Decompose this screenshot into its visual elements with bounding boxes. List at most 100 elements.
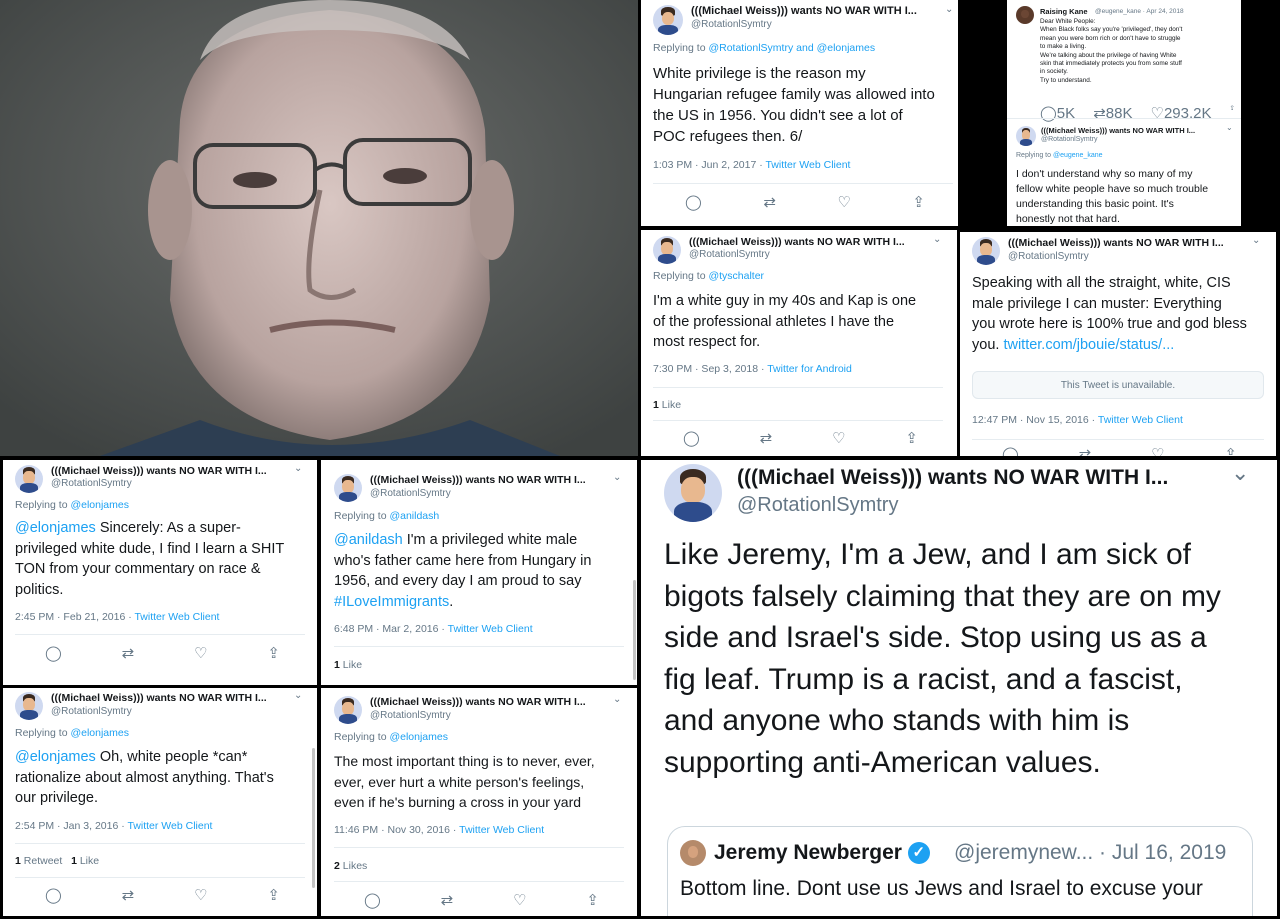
tweet-card-kap[interactable]: (((Michael Weiss))) wants NO WAR WITH I.… [641, 230, 957, 456]
author-name[interactable]: (((Michael Weiss))) wants NO WAR WITH I.… [370, 474, 602, 486]
author-handle[interactable]: @RotationlSymtry [370, 710, 451, 721]
tweet-card-cis[interactable]: (((Michael Weiss))) wants NO WAR WITH I.… [960, 232, 1276, 456]
timestamp[interactable]: 1:03 PM · Jun 2, 2017 · [653, 159, 765, 171]
author-handle[interactable]: @RotationlSymtry [737, 494, 898, 517]
like-stats[interactable]: 2 Likes [334, 860, 367, 872]
client-link[interactable]: Twitter Web Client [134, 611, 219, 623]
quoted-date[interactable]: · Jul 16, 2019 [1099, 841, 1226, 864]
chevron-down-icon[interactable]: ⌄ [294, 690, 302, 701]
author-name[interactable]: (((Michael Weiss))) wants NO WAR WITH I.… [1041, 126, 1221, 135]
avatar[interactable] [1016, 6, 1034, 24]
author-handle[interactable]: @RotationlSymtry [51, 478, 132, 489]
replying-handle-link[interactable]: @elonjames [389, 731, 448, 743]
author-handle[interactable]: @RotationlSymtry [691, 19, 772, 30]
author-handle[interactable]: @RotationlSymtry [51, 706, 132, 717]
tweet-card-rationalize[interactable]: (((Michael Weiss))) wants NO WAR WITH I.… [3, 688, 317, 916]
quoted-tweet[interactable]: Jeremy Newberger ✓ @jeremynew... · Jul 1… [667, 826, 1253, 916]
scrollbar[interactable] [312, 748, 315, 888]
avatar[interactable] [972, 237, 1000, 265]
retweet-icon[interactable]: ⇄ [1093, 104, 1106, 122]
avatar[interactable] [15, 692, 43, 720]
like-icon[interactable]: ♡ [513, 891, 526, 909]
timestamp[interactable]: 11:46 PM · Nov 30, 2016 · [334, 824, 459, 836]
tweet-card-cross[interactable]: (((Michael Weiss))) wants NO WAR WITH I.… [321, 688, 637, 916]
client-link[interactable]: Twitter Web Client [448, 623, 533, 635]
avatar[interactable] [653, 236, 681, 264]
like-count[interactable]: ♡ 293.2K [1151, 104, 1212, 122]
like-icon[interactable]: ♡ [1151, 104, 1164, 122]
reply-icon[interactable]: ◯ [685, 193, 702, 211]
like-icon[interactable]: ♡ [1151, 445, 1164, 456]
hashtag-link[interactable]: #ILoveImmigrants [334, 594, 449, 610]
author-name[interactable]: (((Michael Weiss))) wants NO WAR WITH I.… [51, 465, 283, 477]
replying-handle-link[interactable]: @RotationlSymtry and @elonjames [708, 42, 875, 54]
retweet-icon[interactable]: ⇄ [1079, 445, 1092, 456]
author-name[interactable]: (((Michael Weiss))) wants NO WAR WITH I.… [51, 692, 283, 704]
avatar[interactable] [334, 474, 362, 502]
timestamp[interactable]: 12:47 PM · Nov 15, 2016 · [972, 414, 1098, 426]
avatar[interactable] [334, 696, 362, 724]
tweet-link[interactable]: twitter.com/jbouie/status/... [1003, 337, 1174, 353]
author-name[interactable]: (((Michael Weiss))) wants NO WAR WITH I.… [689, 236, 924, 248]
share-icon[interactable]: ⇪ [586, 891, 599, 909]
like-stats[interactable]: 1 Like [334, 659, 362, 671]
author-handle[interactable]: @RotationlSymtry [1041, 136, 1098, 143]
author-name[interactable]: (((Michael Weiss))) wants NO WAR WITH I.… [691, 5, 936, 17]
avatar[interactable] [1016, 126, 1036, 146]
chevron-down-icon[interactable]: ⌄ [933, 234, 941, 245]
author-handle[interactable]: @RotationlSymtry [689, 249, 770, 260]
client-link[interactable]: Twitter Web Client [1098, 414, 1183, 426]
chevron-down-icon[interactable]: ⌄ [294, 463, 302, 474]
like-icon[interactable]: ♡ [194, 886, 207, 904]
client-link[interactable]: Twitter for Android [767, 363, 852, 375]
avatar[interactable] [15, 465, 43, 493]
retweet-icon[interactable]: ⇄ [122, 644, 135, 662]
retweet-stats[interactable]: 1 Retweet [15, 855, 62, 867]
replying-handle-link[interactable]: @anildash [389, 510, 439, 522]
client-link[interactable]: Twitter Web Client [459, 824, 544, 836]
chevron-down-icon[interactable]: ⌄ [1231, 460, 1249, 486]
replying-handle-link[interactable]: @elonjames [70, 499, 129, 511]
tweet-card-jeremy[interactable]: (((Michael Weiss))) wants NO WAR WITH I.… [641, 460, 1277, 916]
reply-icon[interactable]: ◯ [1002, 445, 1019, 456]
author-handle[interactable]: @RotationlSymtry [1008, 251, 1089, 262]
like-stats[interactable]: 1 Like [71, 855, 99, 867]
reply-icon[interactable]: ◯ [683, 429, 700, 447]
author-handle[interactable]: @RotationlSymtry [370, 488, 451, 499]
scrollbar[interactable] [633, 580, 636, 680]
like-icon[interactable]: ♡ [194, 644, 207, 662]
mention-link[interactable]: @elonjames [15, 520, 96, 536]
tweet-card-refugee[interactable]: (((Michael Weiss))) wants NO WAR WITH I.… [641, 0, 958, 226]
share-icon[interactable]: ⇪ [1230, 104, 1235, 122]
chevron-down-icon[interactable]: ⌄ [1252, 235, 1260, 246]
replying-handle-link[interactable]: @tyschalter [708, 270, 764, 282]
timestamp[interactable]: 2:54 PM · Jan 3, 2016 · [15, 820, 127, 832]
replying-handle-link[interactable]: @elonjames [70, 727, 129, 739]
client-link[interactable]: Twitter Web Client [765, 159, 850, 171]
retweet-icon[interactable]: ⇄ [763, 193, 776, 211]
share-icon[interactable]: ⇪ [267, 644, 280, 662]
like-icon[interactable]: ♡ [832, 429, 845, 447]
avatar[interactable] [680, 840, 706, 866]
tweet-card-kane[interactable]: Raising Kane @eugene_kane · Apr 24, 2018… [1007, 0, 1241, 226]
chevron-down-icon[interactable]: ⌄ [613, 694, 621, 705]
author-name[interactable]: Raising Kane [1040, 7, 1088, 16]
author-name[interactable]: (((Michael Weiss))) wants NO WAR WITH I.… [737, 466, 1207, 490]
share-icon[interactable]: ⇪ [905, 429, 918, 447]
timestamp[interactable]: 6:48 PM · Mar 2, 2016 · [334, 623, 448, 635]
like-stats[interactable]: 1 Like [653, 399, 681, 411]
author-name[interactable]: (((Michael Weiss))) wants NO WAR WITH I.… [1008, 237, 1243, 249]
replying-handle-link[interactable]: @eugene_kane [1053, 152, 1103, 159]
share-icon[interactable]: ⇪ [267, 886, 280, 904]
share-icon[interactable]: ⇪ [912, 193, 925, 211]
author-name[interactable]: (((Michael Weiss))) wants NO WAR WITH I.… [370, 696, 602, 708]
chevron-down-icon[interactable]: ⌄ [1226, 123, 1233, 132]
reply-icon[interactable]: ◯ [45, 886, 62, 904]
reply-icon[interactable]: ◯ [364, 891, 381, 909]
retweet-icon[interactable]: ⇄ [760, 429, 773, 447]
retweet-icon[interactable]: ⇄ [122, 886, 135, 904]
quoted-handle[interactable]: @jeremynew... [954, 841, 1093, 864]
timestamp[interactable]: 2:45 PM · Feb 21, 2016 · [15, 611, 134, 623]
avatar[interactable] [664, 464, 722, 522]
timestamp[interactable]: 7:30 PM · Sep 3, 2018 · [653, 363, 767, 375]
